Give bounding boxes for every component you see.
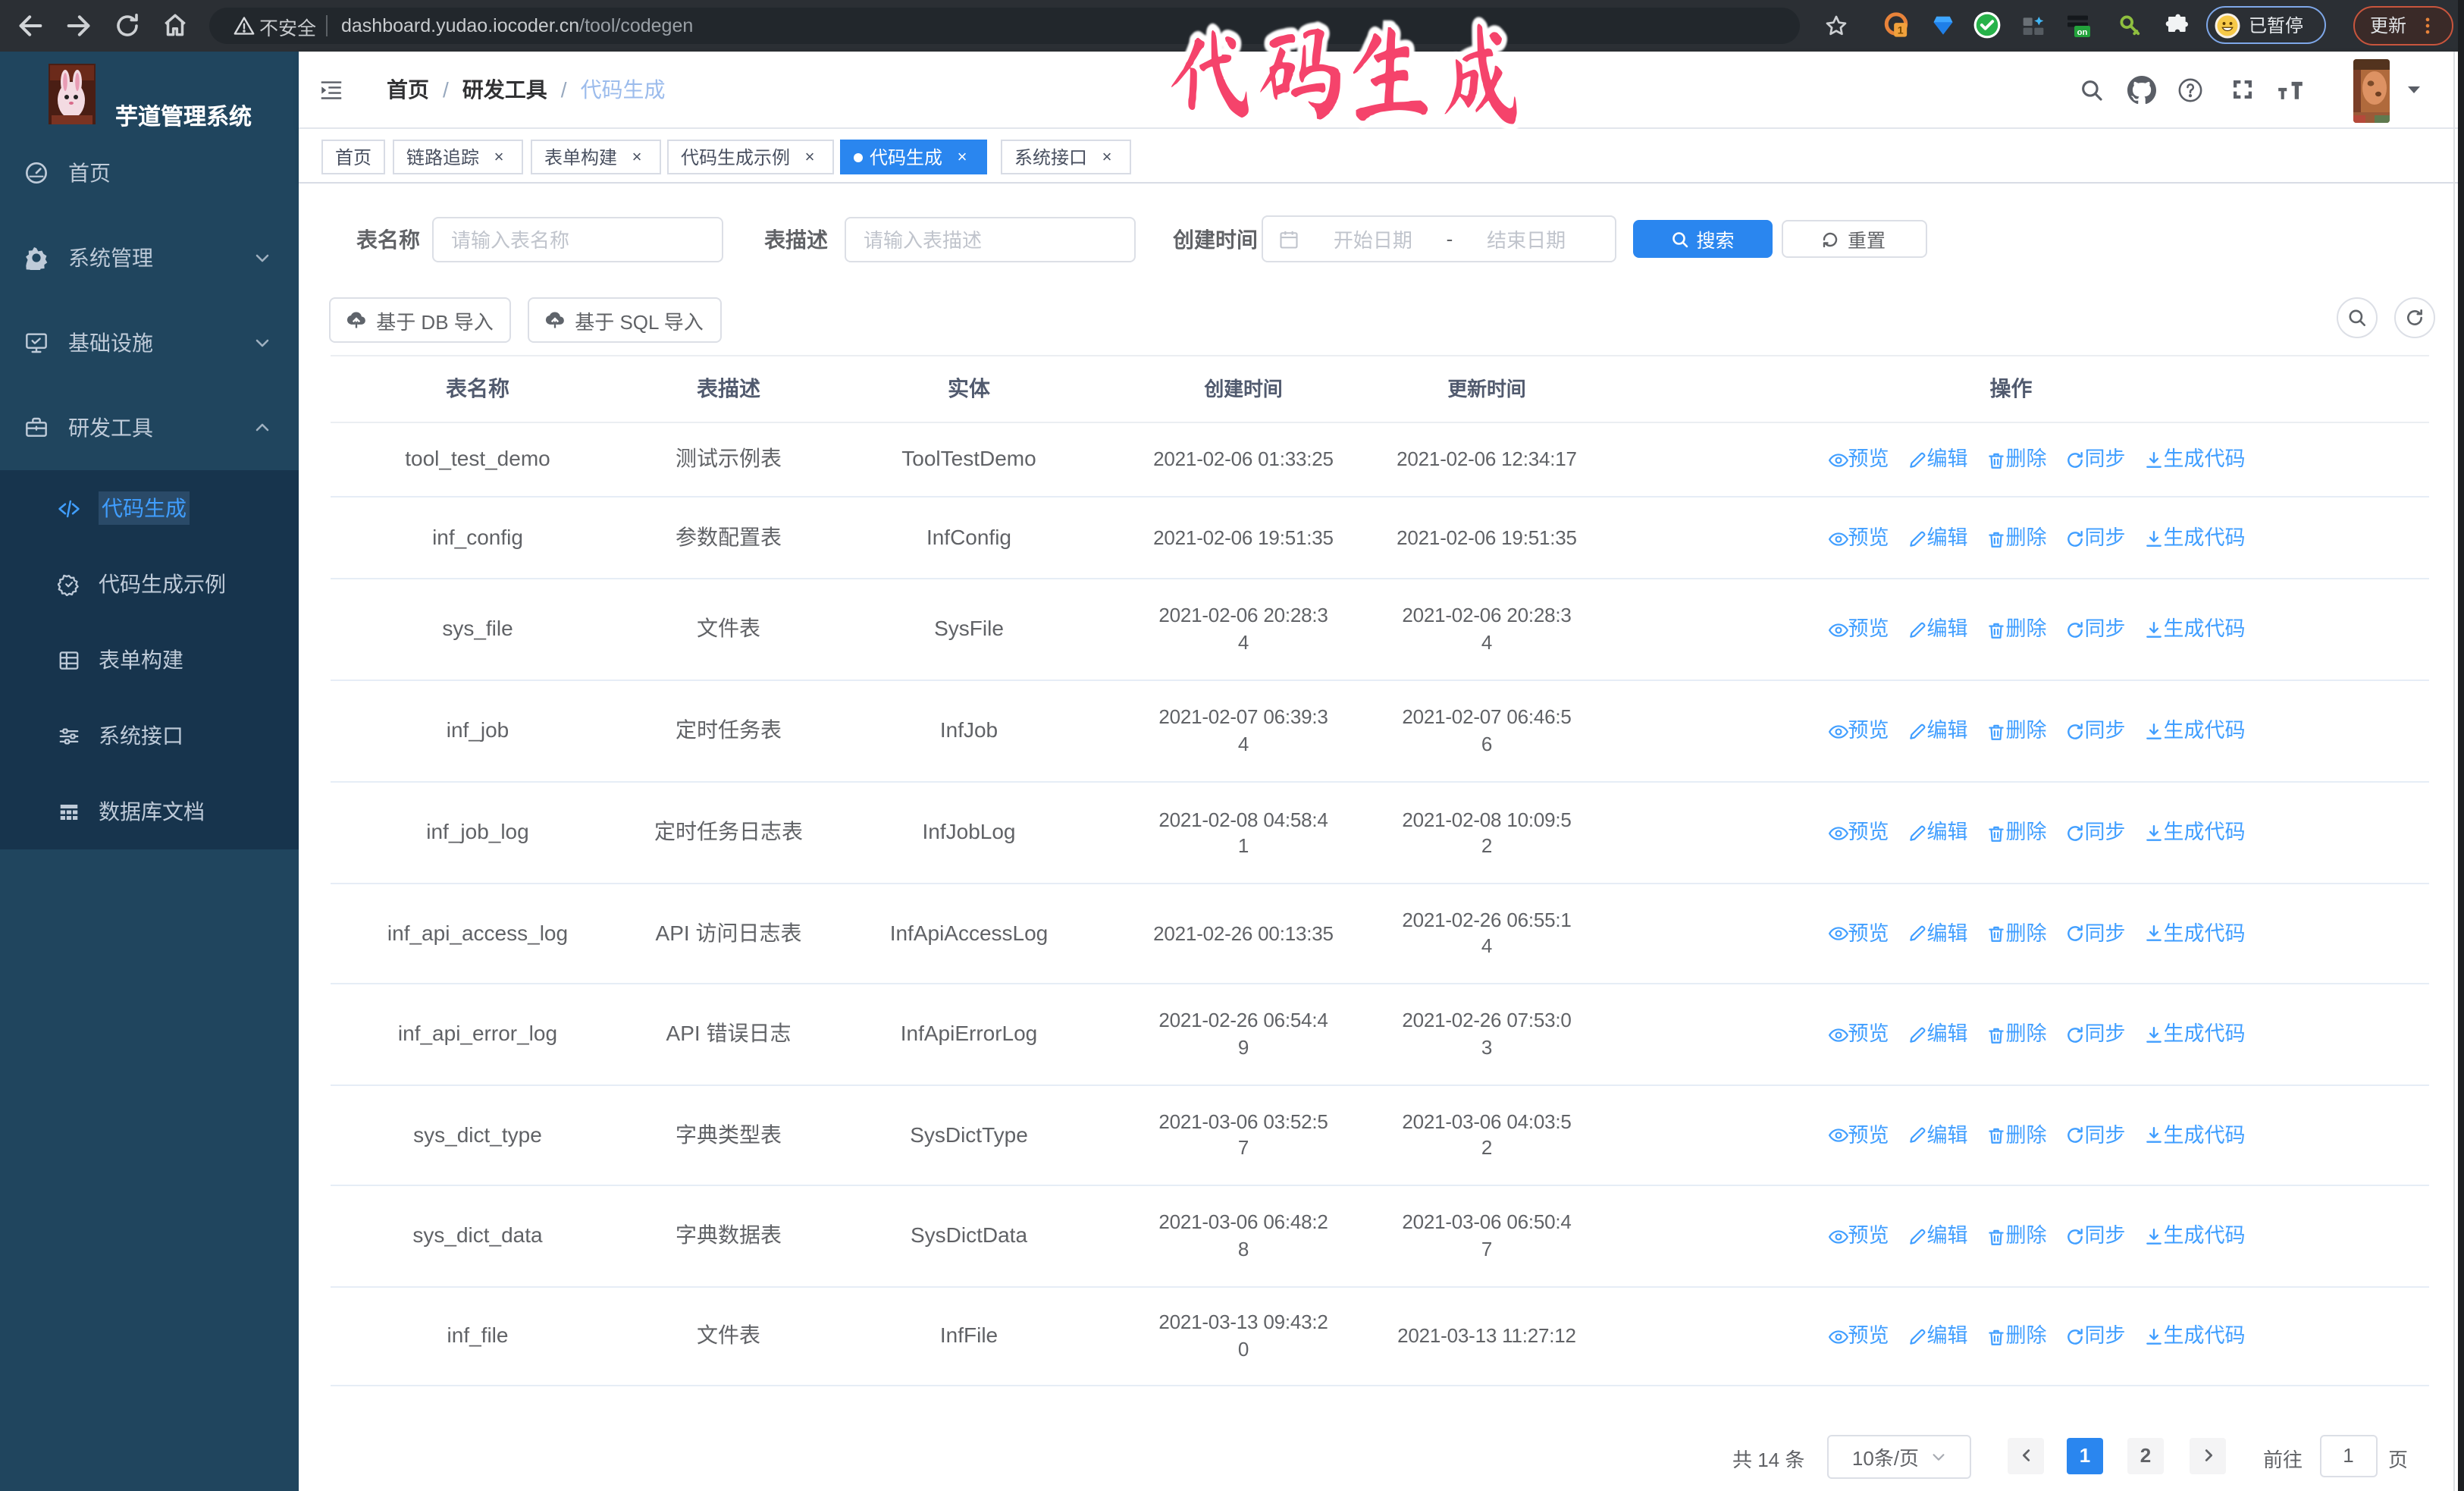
svg-text:1: 1 bbox=[1897, 25, 1903, 37]
svg-text:on: on bbox=[2077, 28, 2088, 37]
